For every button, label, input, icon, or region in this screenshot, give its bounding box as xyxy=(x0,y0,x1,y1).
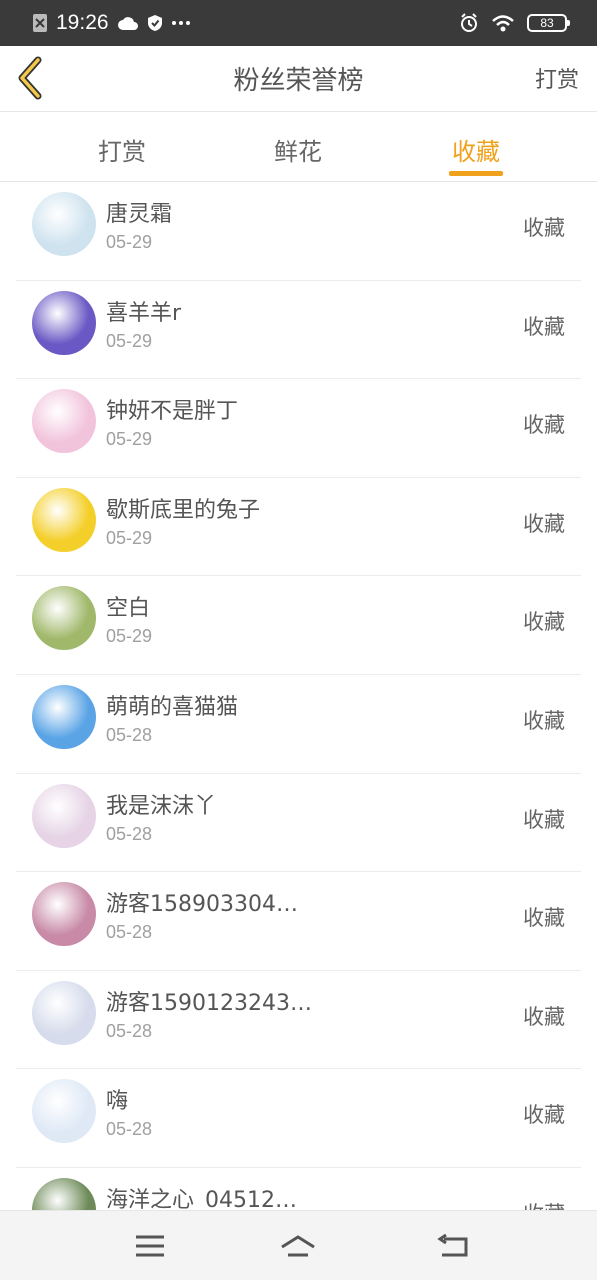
favorite-label: 收藏 xyxy=(523,708,565,733)
battery-indicator: 83 xyxy=(527,14,570,32)
back-nav-icon[interactable] xyxy=(434,1229,474,1263)
list-item[interactable]: 游客158903304… 05-28 收藏 xyxy=(16,872,581,971)
avatar[interactable] xyxy=(32,389,96,454)
favorite-label: 收藏 xyxy=(523,1004,565,1029)
status-bar: 19:26 83 xyxy=(0,0,597,46)
sim-icon xyxy=(33,14,47,32)
avatar[interactable] xyxy=(32,1177,96,1210)
item-date: 05-29 xyxy=(106,626,153,647)
item-date: 05-28 xyxy=(106,1020,153,1041)
tab-bar: 打赏 鲜花 收藏 xyxy=(0,112,597,182)
user-name: 游客1590123243… xyxy=(106,990,312,1016)
avatar[interactable] xyxy=(32,980,96,1045)
list-item[interactable]: 萌萌的喜猫猫 05-28 收藏 xyxy=(16,675,581,774)
status-time: 19:26 xyxy=(56,11,109,34)
item-date: 05-28 xyxy=(106,1119,153,1140)
user-name: 萌萌的喜猫猫 xyxy=(106,694,239,720)
user-name: 我是沫沫丫 xyxy=(106,793,217,819)
system-nav-bar xyxy=(0,1210,597,1280)
battery-level: 83 xyxy=(540,16,554,30)
header-bar: 粉丝荣誉榜 打赏 xyxy=(0,46,597,112)
list-item[interactable]: 海洋之心_04512… 收藏 xyxy=(16,1168,581,1210)
fan-list: 唐灵霜 05-29 收藏 喜羊羊r 05-29 收藏 钟妍不是胖丁 05-29 收藏 歇斯底里的兔… xyxy=(0,182,597,1210)
reward-button[interactable]: 打赏 xyxy=(535,62,579,94)
avatar[interactable] xyxy=(32,684,96,749)
user-name: 嗨 xyxy=(106,1089,129,1115)
item-date: 05-29 xyxy=(106,330,153,351)
user-name: 歇斯底里的兔子 xyxy=(106,497,261,523)
user-name: 唐灵霜 xyxy=(106,202,173,227)
item-date: 05-29 xyxy=(106,429,153,450)
favorite-label: 收藏 xyxy=(523,807,565,832)
item-date: 05-28 xyxy=(106,922,153,943)
favorite-label: 收藏 xyxy=(523,906,565,931)
home-icon[interactable] xyxy=(278,1229,318,1263)
favorite-label: 收藏 xyxy=(523,1198,565,1210)
list-item[interactable]: 嗨 05-28 收藏 xyxy=(16,1069,581,1168)
favorite-label: 收藏 xyxy=(523,1103,565,1128)
user-name: 钟妍不是胖丁 xyxy=(106,399,239,425)
avatar[interactable] xyxy=(32,783,96,848)
avatar[interactable] xyxy=(32,1079,96,1144)
shield-icon xyxy=(147,15,162,31)
list-item[interactable]: 空白 05-29 收藏 xyxy=(16,576,581,675)
favorite-label: 收藏 xyxy=(523,511,565,536)
user-name: 游客158903304… xyxy=(106,892,298,918)
avatar[interactable] xyxy=(32,192,96,256)
alarm-icon xyxy=(461,13,477,32)
tab-reward[interactable]: 打赏 xyxy=(62,132,182,167)
item-date: 05-28 xyxy=(106,823,153,844)
avatar[interactable] xyxy=(32,586,96,651)
list-item[interactable]: 游客1590123243… 05-28 收藏 xyxy=(16,971,581,1070)
favorite-label: 收藏 xyxy=(523,216,565,240)
cloud-icon xyxy=(117,17,138,30)
list-item[interactable]: 喜羊羊r 05-29 收藏 xyxy=(16,281,581,380)
item-date: 05-28 xyxy=(106,724,153,745)
item-date: 05-29 xyxy=(106,527,153,548)
wifi-icon xyxy=(492,15,514,32)
avatar[interactable] xyxy=(32,290,96,355)
favorite-label: 收藏 xyxy=(523,314,565,339)
user-name: 喜羊羊r xyxy=(106,300,182,326)
page-title: 粉丝荣誉榜 xyxy=(233,66,364,96)
tab-favorites[interactable]: 收藏 xyxy=(416,132,536,167)
favorite-label: 收藏 xyxy=(523,413,565,438)
list-item[interactable]: 钟妍不是胖丁 05-29 收藏 xyxy=(16,379,581,478)
more-dots-icon xyxy=(171,21,190,25)
list-item[interactable]: 唐灵霜 05-29 收藏 xyxy=(16,182,581,281)
item-date: 05-29 xyxy=(106,232,153,252)
avatar[interactable] xyxy=(32,882,96,947)
user-name: 海洋之心_04512… xyxy=(106,1187,297,1210)
tab-flowers[interactable]: 鲜花 xyxy=(238,132,358,167)
favorite-label: 收藏 xyxy=(523,610,565,635)
list-item[interactable]: 我是沫沫丫 05-28 收藏 xyxy=(16,774,581,873)
avatar[interactable] xyxy=(32,487,96,552)
list-item[interactable]: 歇斯底里的兔子 05-29 收藏 xyxy=(16,478,581,577)
user-name: 空白 xyxy=(106,596,151,622)
active-tab-indicator xyxy=(449,171,503,176)
menu-icon[interactable] xyxy=(130,1229,170,1263)
